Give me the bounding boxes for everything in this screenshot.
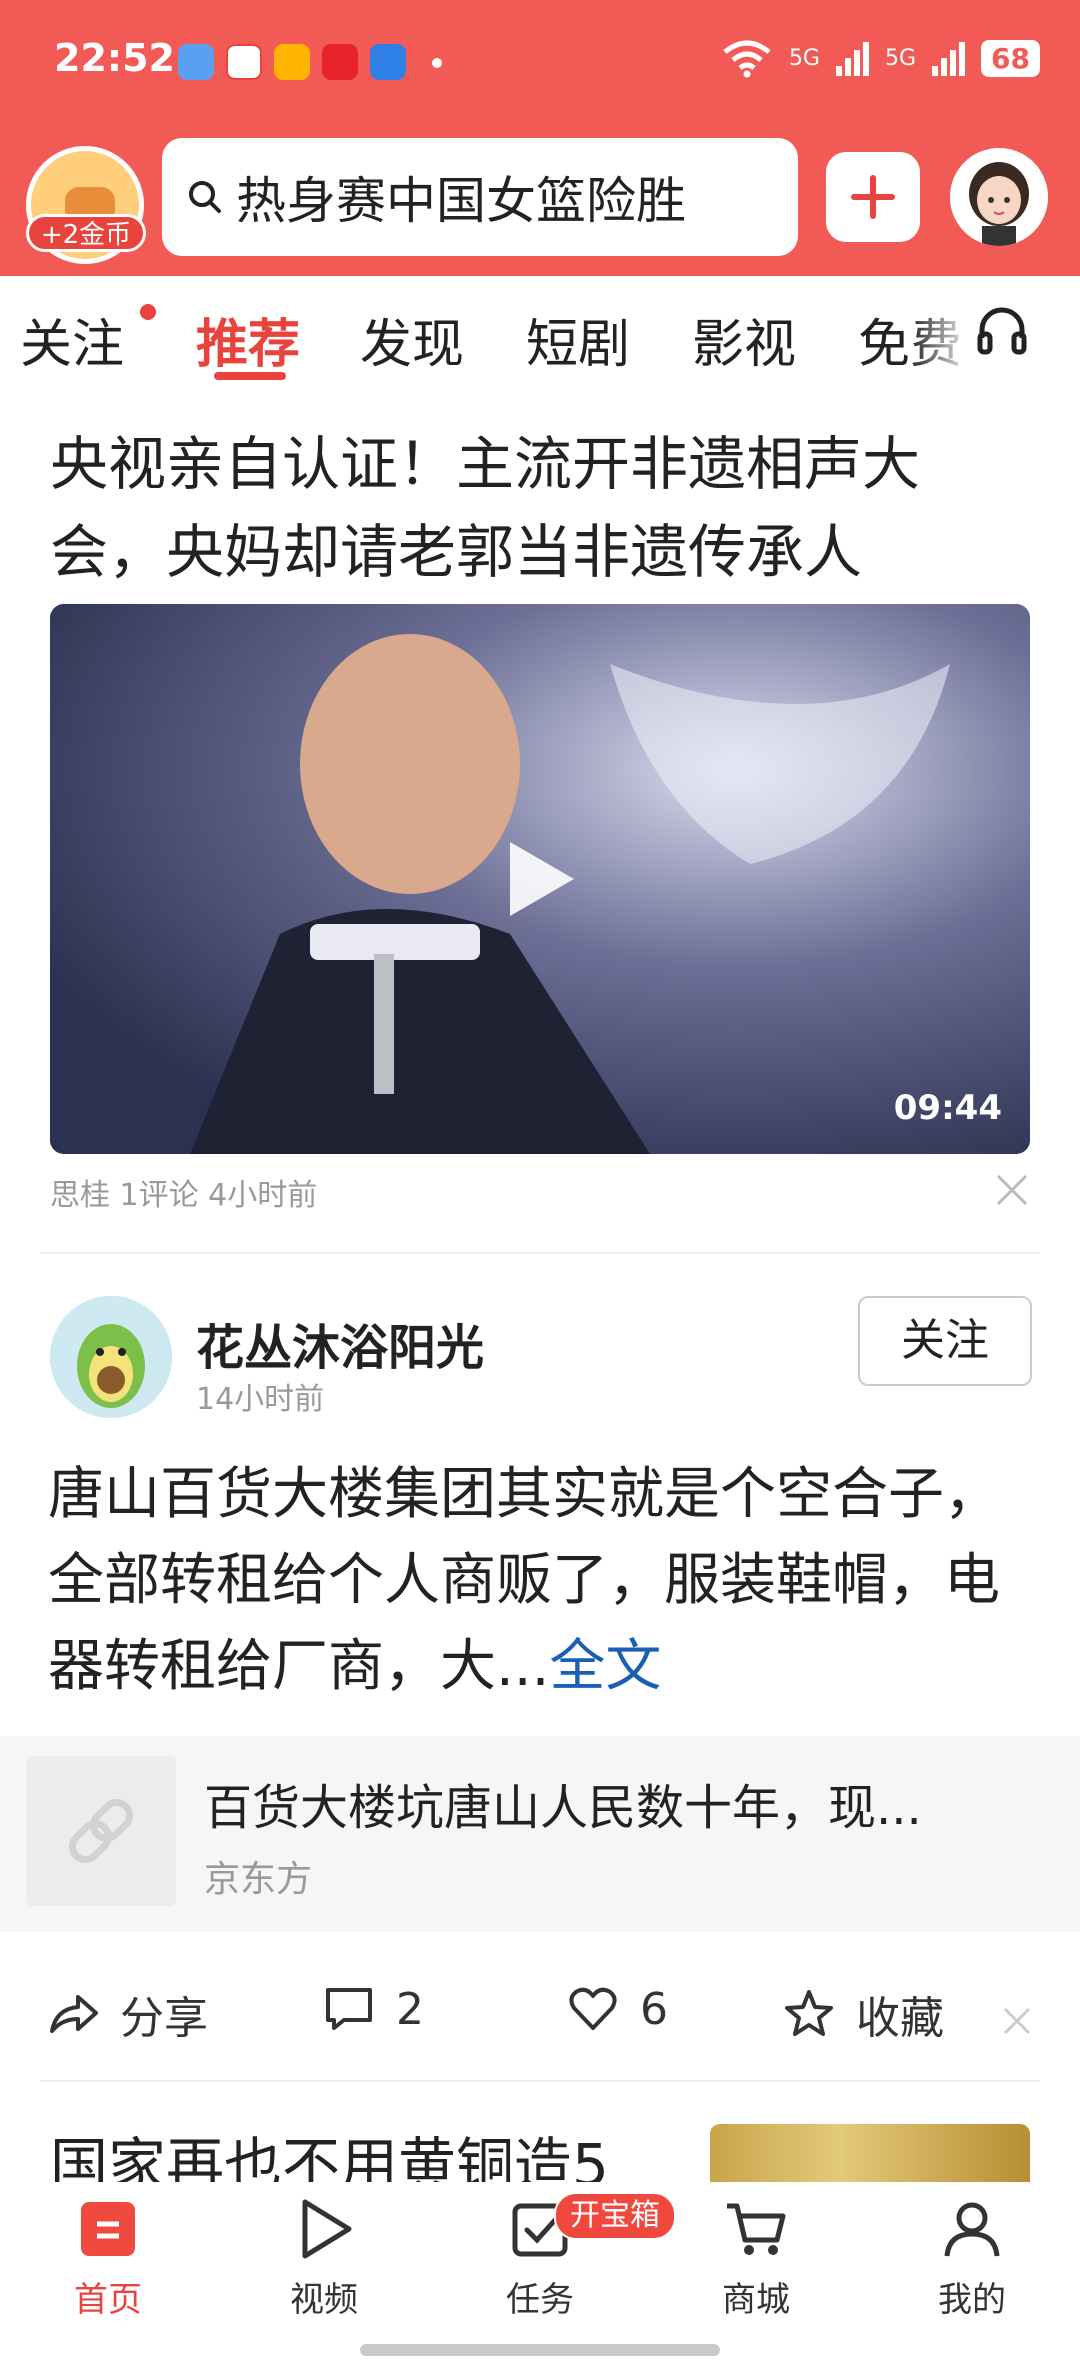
- search-icon: [189, 181, 221, 213]
- like-button[interactable]: 6: [566, 1982, 668, 2036]
- favorite-button[interactable]: 收藏: [782, 1982, 944, 2046]
- tab-short-drama[interactable]: 短剧: [526, 302, 630, 377]
- network-label-2: 5G: [884, 45, 917, 71]
- signal-icon-2: [932, 40, 966, 76]
- post-text: 唐山百货大楼集团其实就是个空合子，全部转租给个人商贩了，服装鞋帽，电器转租给厂商…: [48, 1462, 1000, 1699]
- read-more-link[interactable]: 全文: [549, 1634, 661, 1699]
- article-meta: 思桂 1评论 4小时前: [50, 1178, 318, 1213]
- battery-icon: 68: [981, 39, 1040, 77]
- cart-icon: [727, 2203, 786, 2255]
- video-duration: 09:44: [893, 1088, 1002, 1128]
- post-actions: 分享 2 6 收藏: [0, 1962, 1080, 2052]
- signal-icon-1: [835, 40, 869, 76]
- add-button[interactable]: [826, 152, 920, 242]
- status-time: 22:52: [54, 36, 175, 80]
- nav-home-label: 首页: [74, 2280, 142, 2320]
- plus-icon: [851, 175, 895, 219]
- nav-video[interactable]: 视频: [254, 2196, 394, 2321]
- divider: [40, 2080, 1040, 2082]
- network-label-1: 5G: [788, 45, 820, 71]
- link-card[interactable]: 百货大楼坑唐山人民数十年，现... 京东方: [0, 1736, 1080, 1932]
- dismiss-icon[interactable]: [994, 1172, 1030, 1208]
- search-bar[interactable]: 热身赛中国女篮险胜: [162, 138, 798, 256]
- star-icon: [785, 1990, 833, 2036]
- browser-app-icon: [370, 44, 406, 80]
- treasure-badge[interactable]: 开宝箱: [554, 2192, 676, 2240]
- nav-profile-label: 我的: [938, 2280, 1006, 2320]
- status-indicators: 5G 5G 68: [721, 38, 1040, 78]
- nav-home[interactable]: 首页: [38, 2196, 178, 2321]
- news-app-icon: [226, 44, 262, 80]
- favorite-label: 收藏: [856, 1993, 944, 2044]
- profile-icon: [944, 2202, 1000, 2257]
- link-source: 京东方: [204, 1859, 313, 1900]
- music-app-icon: [322, 44, 358, 80]
- play-icon: [302, 2199, 352, 2259]
- user-avatar[interactable]: [950, 148, 1048, 246]
- avocado-avatar-icon: [50, 1296, 172, 1418]
- article-title[interactable]: 央视亲自认证！主流开非遗相声大会，央妈却请老郭当非遗传承人: [50, 420, 1030, 596]
- divider: [40, 1252, 1040, 1254]
- post-time: 14小时前: [196, 1382, 325, 1417]
- follow-button[interactable]: 关注: [858, 1296, 1032, 1386]
- comment-button[interactable]: 2: [322, 1982, 424, 2036]
- play-button-icon[interactable]: [500, 836, 580, 922]
- author-name[interactable]: 花丛沐浴阳光: [196, 1308, 484, 1378]
- link-title: 百货大楼坑唐山人民数十年，现...: [204, 1780, 922, 1836]
- wifi-icon: [723, 40, 771, 78]
- home-icon: [81, 2202, 135, 2256]
- link-icon: [68, 1798, 134, 1864]
- link-thumbnail: [26, 1756, 176, 1906]
- nav-mall[interactable]: 商城: [686, 2196, 826, 2321]
- headphones-icon[interactable]: [974, 302, 1030, 358]
- mooncake-icon: [65, 187, 115, 217]
- home-indicator[interactable]: [360, 2344, 720, 2356]
- new-content-dot: [140, 304, 156, 320]
- dismiss-post-icon[interactable]: [1002, 2006, 1032, 2036]
- avatar-girl-icon: [950, 148, 1048, 246]
- share-icon: [50, 1995, 98, 2033]
- search-query: 热身赛中国女篮险胜: [236, 172, 686, 230]
- deal-app-icon: [274, 44, 310, 80]
- active-tab-indicator: [214, 372, 286, 380]
- author-avatar[interactable]: [50, 1296, 172, 1418]
- post-body[interactable]: 唐山百货大楼集团其实就是个空合子，全部转租给个人商贩了，服装鞋帽，电器转租给厂商…: [48, 1452, 1038, 1710]
- coin-badge[interactable]: +2金币: [26, 214, 146, 252]
- nav-mall-label: 商城: [722, 2280, 790, 2320]
- share-button[interactable]: 分享: [46, 1982, 208, 2046]
- tab-follow[interactable]: 关注: [20, 302, 124, 377]
- more-notifications-dot: [432, 58, 442, 68]
- nav-task-label: 任务: [506, 2280, 574, 2320]
- tab-discover[interactable]: 发现: [360, 302, 464, 377]
- tab-film[interactable]: 影视: [692, 302, 796, 377]
- heart-icon: [569, 1987, 617, 2030]
- weather-app-icon: [178, 44, 214, 80]
- like-count: 6: [640, 1983, 668, 2035]
- comment-count: 2: [396, 1983, 424, 2035]
- video-thumbnail[interactable]: 09:44: [50, 604, 1030, 1154]
- tab-recommend[interactable]: 推荐: [196, 302, 300, 377]
- share-label: 分享: [120, 1993, 208, 2044]
- nav-video-label: 视频: [290, 2280, 358, 2320]
- comment-icon: [326, 1988, 372, 2030]
- nav-profile[interactable]: 我的: [902, 2196, 1042, 2321]
